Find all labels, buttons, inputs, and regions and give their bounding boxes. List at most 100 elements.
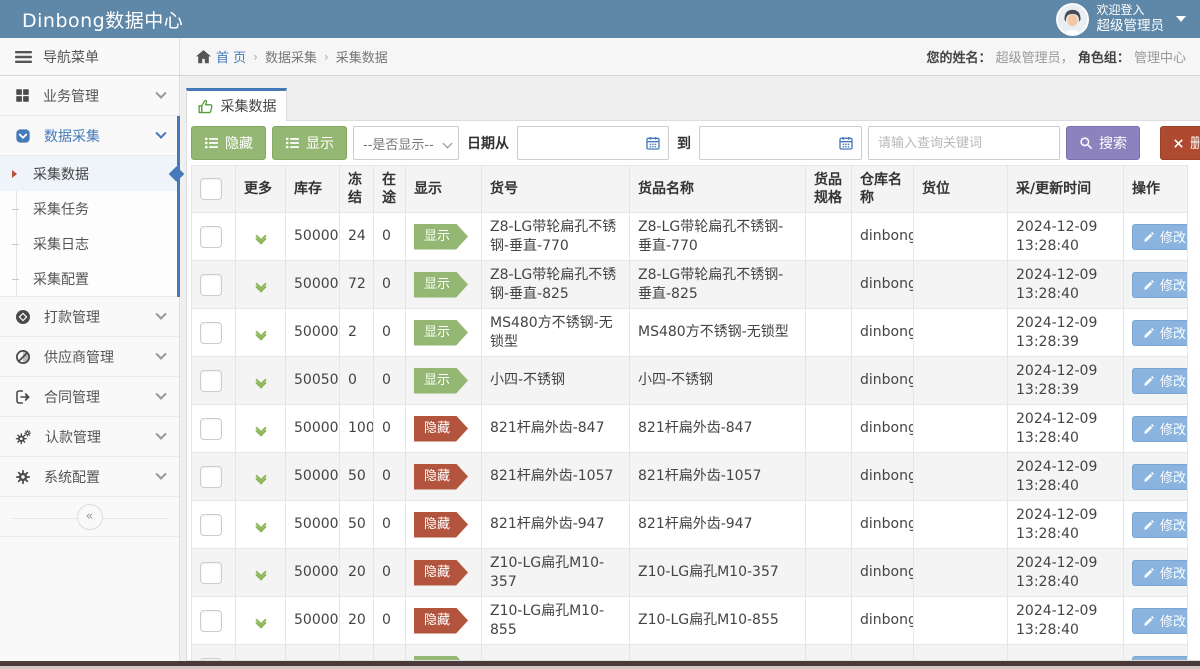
row-checkbox[interactable] <box>200 274 222 296</box>
status-badge[interactable]: 隐藏 <box>414 464 468 490</box>
sidebar-item-label: 认款管理 <box>45 427 144 447</box>
sidebar-item-0[interactable]: 业务管理 <box>0 76 179 116</box>
sidebar-item-3[interactable]: 供应商管理 <box>0 337 179 377</box>
row-checkbox[interactable] <box>200 562 222 584</box>
avatar[interactable] <box>1056 3 1089 36</box>
modify-button[interactable]: 修改 <box>1132 608 1188 634</box>
user-menu[interactable]: 欢迎登入 超级管理员 <box>1056 3 1187 36</box>
modify-button[interactable]: 修改 <box>1132 512 1188 538</box>
toolbar: 隐藏 显示 --是否显示-- 日期从 到 <box>191 126 1200 160</box>
sidebar-item-5[interactable]: 认款管理 <box>0 417 179 457</box>
transit-cell: 0 <box>374 597 406 645</box>
code-cell: 821杆扁外齿-1057 <box>482 453 630 501</box>
breadcrumb-level1[interactable]: 数据采集 <box>265 47 317 66</box>
status-badge[interactable]: 隐藏 <box>414 512 468 538</box>
modify-button[interactable]: 修改 <box>1132 224 1188 250</box>
breadcrumb-bar: 首 页 › 数据采集 › 采集数据 您的姓名： 超级管理员， 角色组： 管理中心 <box>180 38 1200 75</box>
breadcrumb-home-link[interactable]: 首 页 <box>196 47 246 66</box>
name-cell: Z8-LG带轮扁孔不锈钢-垂直-825 <box>630 261 806 309</box>
row-checkbox[interactable] <box>200 466 222 488</box>
sidebar-subitem-1-3[interactable]: 采集配置 <box>0 261 179 296</box>
pencil-icon <box>1143 375 1155 387</box>
status-badge[interactable]: 显示 <box>414 368 468 394</box>
row-checkbox[interactable] <box>200 610 222 632</box>
time-cell: 2024-12-09 13:28:40 <box>1008 261 1124 309</box>
expand-row-icon[interactable] <box>257 424 265 435</box>
date-to-input[interactable] <box>699 126 862 160</box>
row-checkbox[interactable] <box>200 322 222 344</box>
show-button[interactable]: 显示 <box>272 126 347 160</box>
modify-button[interactable]: 修改 <box>1132 416 1188 442</box>
status-badge[interactable]: 隐藏 <box>414 560 468 586</box>
modify-button[interactable]: 修改 <box>1132 320 1188 346</box>
sidebar-item-4[interactable]: 合同管理 <box>0 377 179 417</box>
expand-row-icon[interactable] <box>257 616 265 627</box>
nav-menu-toggle[interactable]: 导航菜单 <box>0 38 180 75</box>
warehouse-cell <box>852 645 914 662</box>
transit-cell: 0 <box>374 357 406 405</box>
top-header: Dinbong数据中心 欢迎登入 超级管理员 <box>0 0 1200 38</box>
status-badge[interactable]: 显示 <box>414 272 468 298</box>
sidebar-collapse-button[interactable]: « <box>77 504 103 530</box>
table-row: 50050000显示小四-不锈钢小四-不锈钢dinbong2024-12-09 … <box>192 357 1188 405</box>
list-icon <box>204 136 219 150</box>
stock-cell: 500500 <box>286 357 340 405</box>
modify-button[interactable]: 修改 <box>1132 368 1188 394</box>
modify-button[interactable]: 修改 <box>1132 560 1188 586</box>
warehouse-cell: dinbong <box>852 453 914 501</box>
status-badge[interactable]: 显示 <box>414 320 468 346</box>
hide-button[interactable]: 隐藏 <box>191 126 266 160</box>
calendar-icon[interactable] <box>645 135 661 151</box>
expand-row-icon[interactable] <box>257 328 265 339</box>
row-checkbox[interactable] <box>200 370 222 392</box>
spec-cell <box>806 645 852 662</box>
expand-row-icon[interactable] <box>257 520 265 531</box>
code-cell: Z8-LG带轮扁孔不锈钢-垂直-825 <box>482 261 630 309</box>
delete-button[interactable]: 删除 <box>1160 126 1200 160</box>
location-cell <box>914 309 1008 357</box>
modify-button[interactable]: 修改 <box>1132 464 1188 490</box>
keyword-search-input[interactable] <box>869 127 1059 159</box>
thumb-up-icon <box>197 98 214 115</box>
close-icon <box>1173 138 1184 149</box>
sidebar-subitem-1-2[interactable]: 采集日志 <box>0 226 179 261</box>
name-cell: Z10-LG扁孔M10-855 <box>630 597 806 645</box>
sidebar-item-6[interactable]: 系统配置 <box>0 457 179 497</box>
sidebar-subitem-1-1[interactable]: 采集任务 <box>0 191 179 226</box>
row-checkbox[interactable] <box>200 418 222 440</box>
sidebar-subitem-label: 采集任务 <box>33 199 89 219</box>
sidebar-item-1[interactable]: 数据采集 <box>0 116 179 156</box>
sidebar-group: 认款管理 <box>0 417 179 457</box>
sidebar-item-label: 数据采集 <box>44 126 144 146</box>
status-badge[interactable]: 隐藏 <box>414 416 468 442</box>
stock-cell: 500000 <box>286 501 340 549</box>
data-table: 更多库存冻结在途显示货号货品名称货品规格仓库名称货位采/更新时间操作 50000… <box>191 165 1188 661</box>
expand-row-icon[interactable] <box>257 472 265 483</box>
code-cell: MS480方不锈钢-无锁型 <box>482 309 630 357</box>
calendar-icon[interactable] <box>838 135 854 151</box>
row-checkbox[interactable] <box>200 226 222 248</box>
sidebar-group: 业务管理 <box>0 76 179 116</box>
stock-cell <box>286 645 340 662</box>
search-button[interactable]: 搜索 <box>1066 126 1140 160</box>
sidebar-item-label: 打款管理 <box>44 307 144 327</box>
warehouse-cell: dinbong <box>852 405 914 453</box>
status-badge[interactable]: 显示 <box>414 224 468 250</box>
expand-row-icon[interactable] <box>257 376 265 387</box>
row-checkbox[interactable] <box>200 514 222 536</box>
status-badge[interactable]: 隐藏 <box>414 608 468 634</box>
modify-button[interactable]: 修改 <box>1132 272 1188 298</box>
location-cell <box>914 357 1008 405</box>
date-from-input[interactable] <box>517 126 669 160</box>
expand-row-icon[interactable] <box>257 232 265 243</box>
visibility-filter-select[interactable]: --是否显示-- <box>353 126 459 160</box>
table-header-row: 更多库存冻结在途显示货号货品名称货品规格仓库名称货位采/更新时间操作 <box>192 166 1188 213</box>
sidebar-item-2[interactable]: 打款管理 <box>0 297 179 337</box>
expand-row-icon[interactable] <box>257 568 265 579</box>
tab-collect-data[interactable]: 采集数据 <box>186 88 287 121</box>
expand-row-icon[interactable] <box>257 280 265 291</box>
select-all-checkbox[interactable] <box>200 178 222 200</box>
sidebar-subitem-1-0[interactable]: 采集数据 <box>0 156 179 191</box>
sidebar-collapse-row: « <box>0 503 179 537</box>
cogs-icon <box>15 429 32 445</box>
